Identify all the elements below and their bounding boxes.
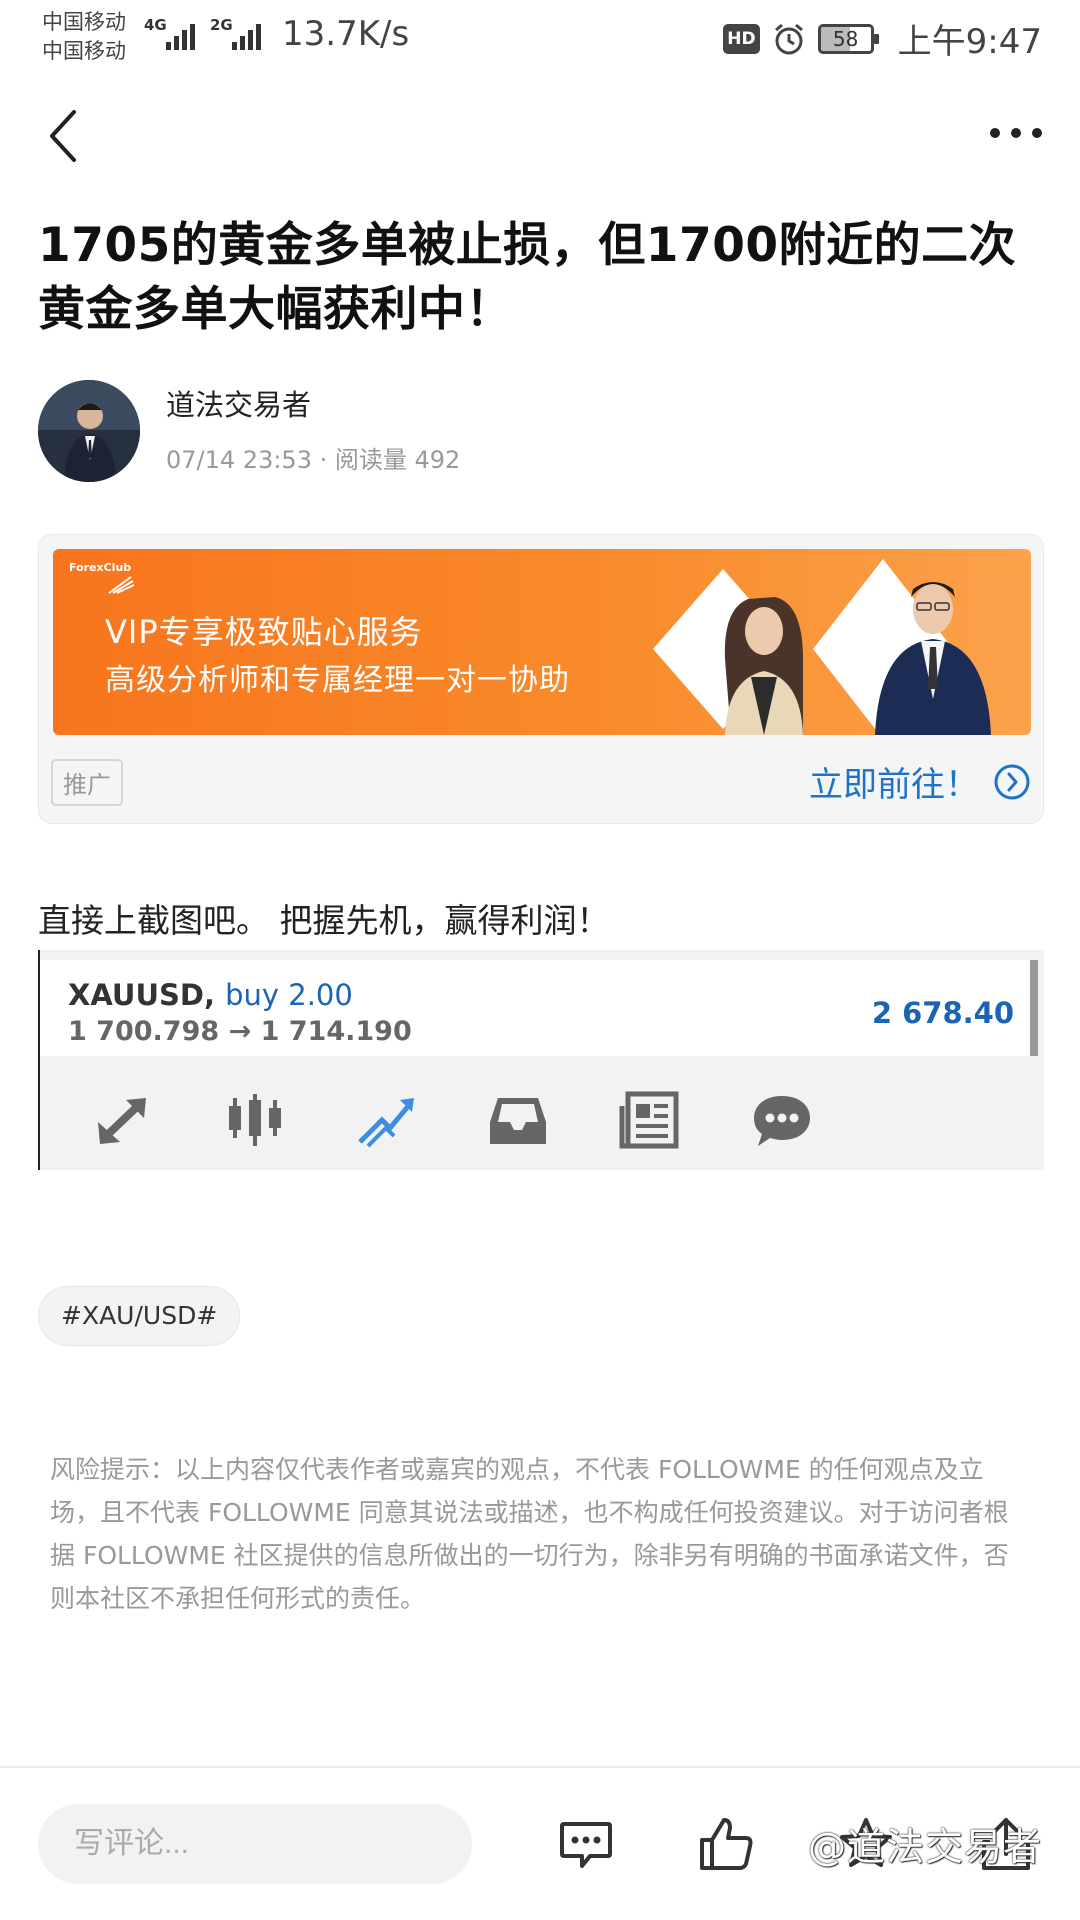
avatar[interactable] xyxy=(38,380,140,482)
carrier-1: 中国移动 xyxy=(42,10,126,34)
alarm-icon xyxy=(774,23,803,54)
like-icon[interactable] xyxy=(696,1814,756,1874)
trade-direction: buy 2.00 xyxy=(225,978,353,1012)
battery-icon: 58 xyxy=(817,23,879,54)
chart-trend-icon xyxy=(358,1098,414,1148)
chevron-left-icon xyxy=(50,110,76,162)
ad-cta-link[interactable]: 立即前往！ xyxy=(809,757,979,806)
network-speed: 13.7K/s xyxy=(282,14,410,54)
candlestick-icon xyxy=(229,1094,281,1146)
trade-symbol-line: XAUUSD, buy 2.00 xyxy=(68,978,353,1012)
article-title: 1705的黄金多单被止损，但1700附近的二次黄金多单大幅获利中！ xyxy=(38,218,1017,337)
ad-subheadline: 高级分析师和专属经理一对一协助 xyxy=(105,663,570,698)
comment-input[interactable] xyxy=(38,1804,472,1884)
trade-row: XAUUSD, buy 2.00 1 700.798 → 1 714.190 2… xyxy=(40,960,1038,1056)
chat-icon xyxy=(754,1096,810,1146)
clock: 上午9:47 xyxy=(897,22,1042,62)
carrier-2: 中国移动 xyxy=(42,39,126,63)
more-dots-icon xyxy=(990,128,1000,138)
scrollbar xyxy=(1030,960,1038,1056)
carrier-labels: 中国移动 中国移动 xyxy=(42,8,126,66)
topic-tag[interactable]: #XAU/USD# xyxy=(38,1286,241,1346)
ad-banner[interactable]: ForexClub VIP专享极致贴心服务 高级分析师和专属经理一对一协助 xyxy=(53,549,1031,735)
more-options-button[interactable] xyxy=(990,118,1042,148)
inbox-icon xyxy=(490,1098,546,1144)
trading-toolbar xyxy=(40,1060,1044,1170)
forexclub-logo: ForexClub xyxy=(69,561,132,574)
hd-badge: HD xyxy=(723,23,760,54)
logo-stripes-icon xyxy=(108,576,135,594)
trade-profit: 2 678.40 xyxy=(871,996,1014,1030)
back-button[interactable] xyxy=(40,108,90,164)
article-meta: 07/14 23:53 · 阅读量 492 xyxy=(166,446,461,474)
watermark: @道法交易者 xyxy=(808,1825,1043,1869)
trade-prices: 1 700.798 → 1 714.190 xyxy=(68,1016,412,1047)
trade-screenshot[interactable]: XAUUSD, buy 2.00 1 700.798 → 1 714.190 2… xyxy=(38,950,1044,1170)
ad-people-image xyxy=(653,559,991,735)
news-icon xyxy=(619,1091,679,1149)
status-bar: 中国移动 中国移动 4G 2G 13.7K/s HD 58 上午9:47 xyxy=(0,0,1080,76)
promotion-tag: 推广 xyxy=(51,759,123,806)
risk-disclaimer: 风险提示：以上内容仅代表作者或嘉宾的观点，不代表 FOLLOWME 的任何观点及… xyxy=(50,1455,1009,1613)
trade-arrows-icon xyxy=(98,1098,146,1144)
ad-card[interactable]: ForexClub VIP专享极致贴心服务 高级分析师和专属经理一对一协助 推广… xyxy=(38,534,1044,824)
article-body: 直接上截图吧。 把握先机，赢得利润！ xyxy=(38,901,610,940)
arrow-circle-right-icon[interactable] xyxy=(993,763,1031,801)
ad-headline: VIP专享极致贴心服务 xyxy=(105,613,423,651)
author-name[interactable]: 道法交易者 xyxy=(166,382,311,424)
trade-symbol: XAUUSD, xyxy=(68,978,215,1012)
divider xyxy=(0,1766,1080,1768)
comment-icon[interactable] xyxy=(556,1814,616,1874)
